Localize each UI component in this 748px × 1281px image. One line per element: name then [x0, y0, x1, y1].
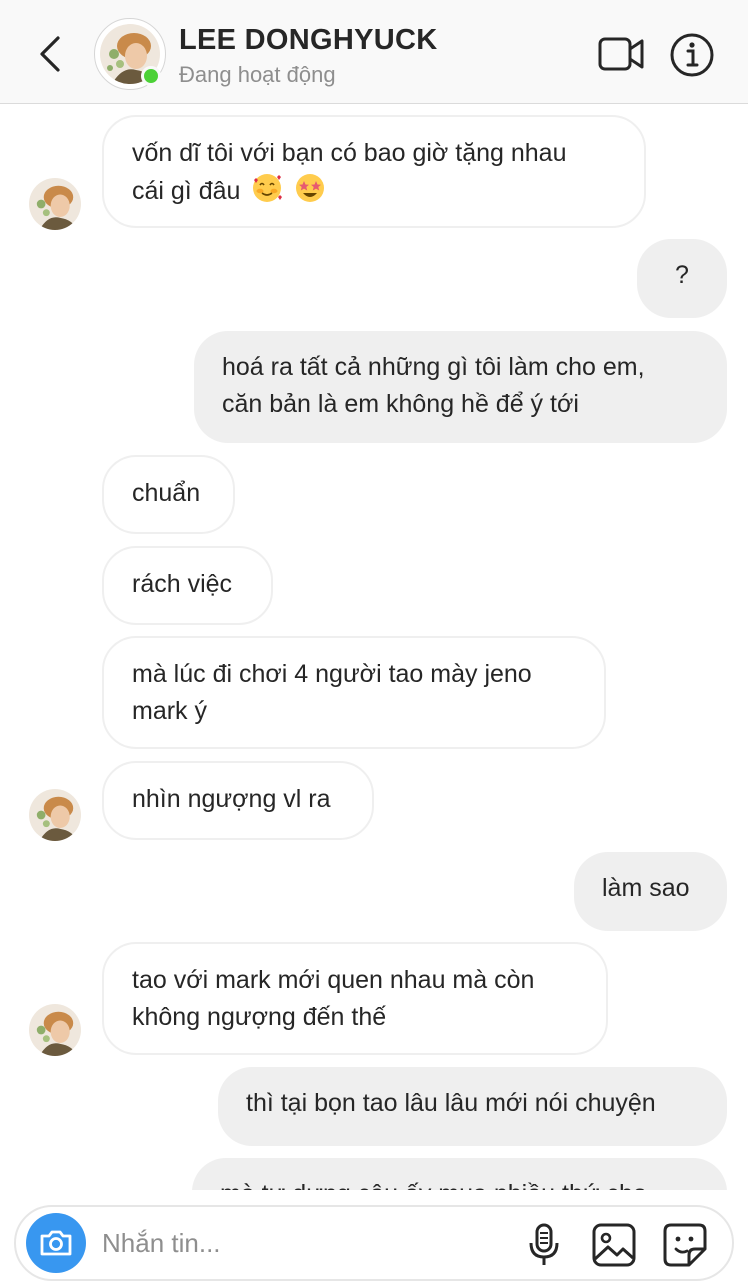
back-button[interactable] [28, 28, 72, 80]
incoming-message[interactable]: mà lúc đi chơi 4 người tao mày jeno mark… [102, 636, 606, 749]
outgoing-message[interactable]: mà tự dưng cậu ấy mua nhiều thứ cho [192, 1158, 727, 1190]
message-composer [14, 1205, 734, 1281]
smiling-face-with-hearts-icon [251, 172, 283, 215]
active-status: Đang hoạt động [179, 62, 336, 87]
message-text: làm sao [602, 874, 690, 902]
message-line: căn bản là em không hề để ý tới [222, 390, 579, 418]
info-icon [670, 33, 714, 77]
outgoing-message[interactable]: thì tại bọn tao lâu lâu mới nói chuyện [218, 1067, 727, 1146]
message-line: cái gì đâu [132, 177, 241, 205]
outgoing-message[interactable]: ? [637, 239, 727, 318]
outgoing-message[interactable]: hoá ra tất cả những gì tôi làm cho em, c… [194, 331, 727, 443]
chevron-left-icon [40, 36, 60, 72]
online-indicator [141, 66, 161, 86]
message-text: rách việc [132, 570, 233, 598]
gallery-button[interactable] [590, 1221, 638, 1269]
chat-header: LEE DONGHYUCK Đang hoạt động [0, 0, 748, 104]
incoming-message[interactable]: vốn dĩ tôi với bạn có bao giờ tặng nhau … [102, 115, 646, 228]
incoming-message[interactable]: tao với mark mới quen nhau mà còn không … [102, 942, 608, 1055]
microphone-icon [529, 1223, 559, 1265]
image-icon [592, 1223, 636, 1267]
video-call-button[interactable] [596, 34, 646, 74]
message-text: chuẩn [132, 479, 201, 507]
message-line: mark ý [132, 697, 207, 725]
message-line: mà lúc đi chơi 4 người tao mày jeno [132, 660, 532, 688]
contact-name[interactable]: LEE DONGHYUCK [179, 24, 437, 57]
camera-button[interactable] [26, 1213, 86, 1273]
incoming-message[interactable]: rách việc [102, 546, 273, 625]
message-line: tao với mark mới quen nhau mà còn [132, 966, 535, 994]
sender-avatar[interactable] [29, 178, 81, 230]
camera-icon [40, 1230, 72, 1256]
star-struck-icon [294, 172, 326, 215]
incoming-message[interactable]: nhìn ngượng vl ra [102, 761, 374, 840]
message-text: nhìn ngượng vl ra [132, 785, 331, 813]
video-camera-icon [598, 37, 644, 71]
message-input[interactable] [102, 1219, 502, 1267]
message-line: không ngượng đến thế [132, 1003, 387, 1031]
microphone-button[interactable] [524, 1223, 564, 1267]
message-text: mà tự dưng cậu ấy mua nhiều thứ cho [220, 1180, 647, 1190]
info-button[interactable] [669, 32, 715, 78]
sticker-icon [663, 1223, 707, 1267]
incoming-message[interactable]: chuẩn [102, 455, 235, 534]
sender-avatar[interactable] [29, 789, 81, 841]
message-thread[interactable]: vốn dĩ tôi với bạn có bao giờ tặng nhau … [0, 105, 748, 1190]
outgoing-message[interactable]: làm sao [574, 852, 727, 931]
message-line: hoá ra tất cả những gì tôi làm cho em, [222, 353, 645, 381]
sender-avatar[interactable] [29, 1004, 81, 1056]
message-line: vốn dĩ tôi với bạn có bao giờ tặng nhau [132, 139, 567, 167]
message-text: ? [675, 261, 689, 289]
message-text: thì tại bọn tao lâu lâu mới nói chuyện [246, 1089, 656, 1117]
sticker-button[interactable] [661, 1221, 709, 1269]
